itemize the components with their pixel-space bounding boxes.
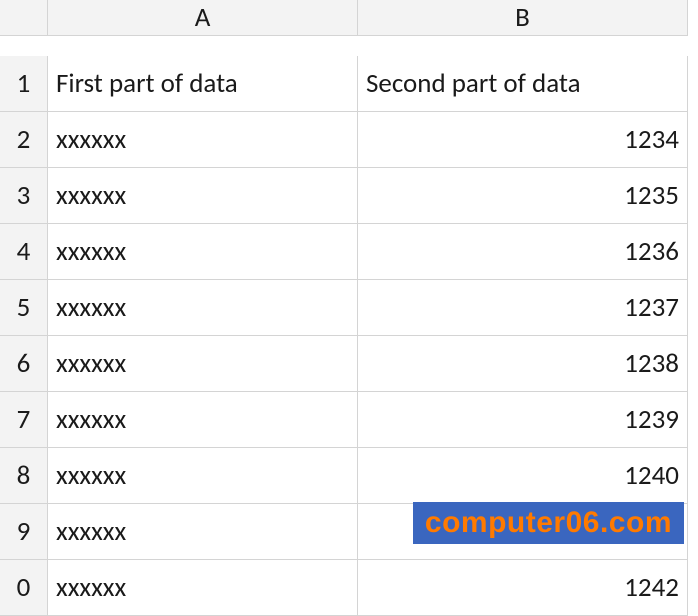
column-header-A[interactable]: A bbox=[48, 0, 358, 36]
cell-B7[interactable]: 1239 bbox=[358, 392, 688, 448]
cell-A7[interactable]: xxxxxx bbox=[48, 392, 358, 448]
cell-A6[interactable]: xxxxxx bbox=[48, 336, 358, 392]
row-header-1[interactable]: 1 bbox=[0, 56, 48, 112]
cell-B10[interactable]: 1242 bbox=[358, 560, 688, 616]
cell-B9[interactable]: 1241 bbox=[358, 504, 688, 560]
cell-A1[interactable]: First part of data bbox=[48, 56, 358, 112]
row-header-7[interactable]: 7 bbox=[0, 392, 48, 448]
cell-A4[interactable]: xxxxxx bbox=[48, 224, 358, 280]
cell-B6[interactable]: 1238 bbox=[358, 336, 688, 392]
row-header-8[interactable]: 8 bbox=[0, 448, 48, 504]
select-all-corner[interactable] bbox=[0, 0, 48, 36]
row-header-4[interactable]: 4 bbox=[0, 224, 48, 280]
row-header-2[interactable]: 2 bbox=[0, 112, 48, 168]
column-header-B[interactable]: B bbox=[358, 0, 688, 36]
cell-A5[interactable]: xxxxxx bbox=[48, 280, 358, 336]
spreadsheet-grid: A B 1 First part of data Second part of … bbox=[0, 0, 698, 616]
cell-A3[interactable]: xxxxxx bbox=[48, 168, 358, 224]
cell-A8[interactable]: xxxxxx bbox=[48, 448, 358, 504]
row-header-5[interactable]: 5 bbox=[0, 280, 48, 336]
row-header-3[interactable]: 3 bbox=[0, 168, 48, 224]
row-header-10[interactable]: 0 bbox=[0, 560, 48, 616]
cell-A9[interactable]: xxxxxx bbox=[48, 504, 358, 560]
cell-B3[interactable]: 1235 bbox=[358, 168, 688, 224]
cell-A10[interactable]: xxxxxx bbox=[48, 560, 358, 616]
cell-A2[interactable]: xxxxxx bbox=[48, 112, 358, 168]
cell-B4[interactable]: 1236 bbox=[358, 224, 688, 280]
cell-B2[interactable]: 1234 bbox=[358, 112, 688, 168]
row-header-6[interactable]: 6 bbox=[0, 336, 48, 392]
cell-B1[interactable]: Second part of data bbox=[358, 56, 688, 112]
cell-B5[interactable]: 1237 bbox=[358, 280, 688, 336]
cell-B8[interactable]: 1240 bbox=[358, 448, 688, 504]
row-header-9[interactable]: 9 bbox=[0, 504, 48, 560]
